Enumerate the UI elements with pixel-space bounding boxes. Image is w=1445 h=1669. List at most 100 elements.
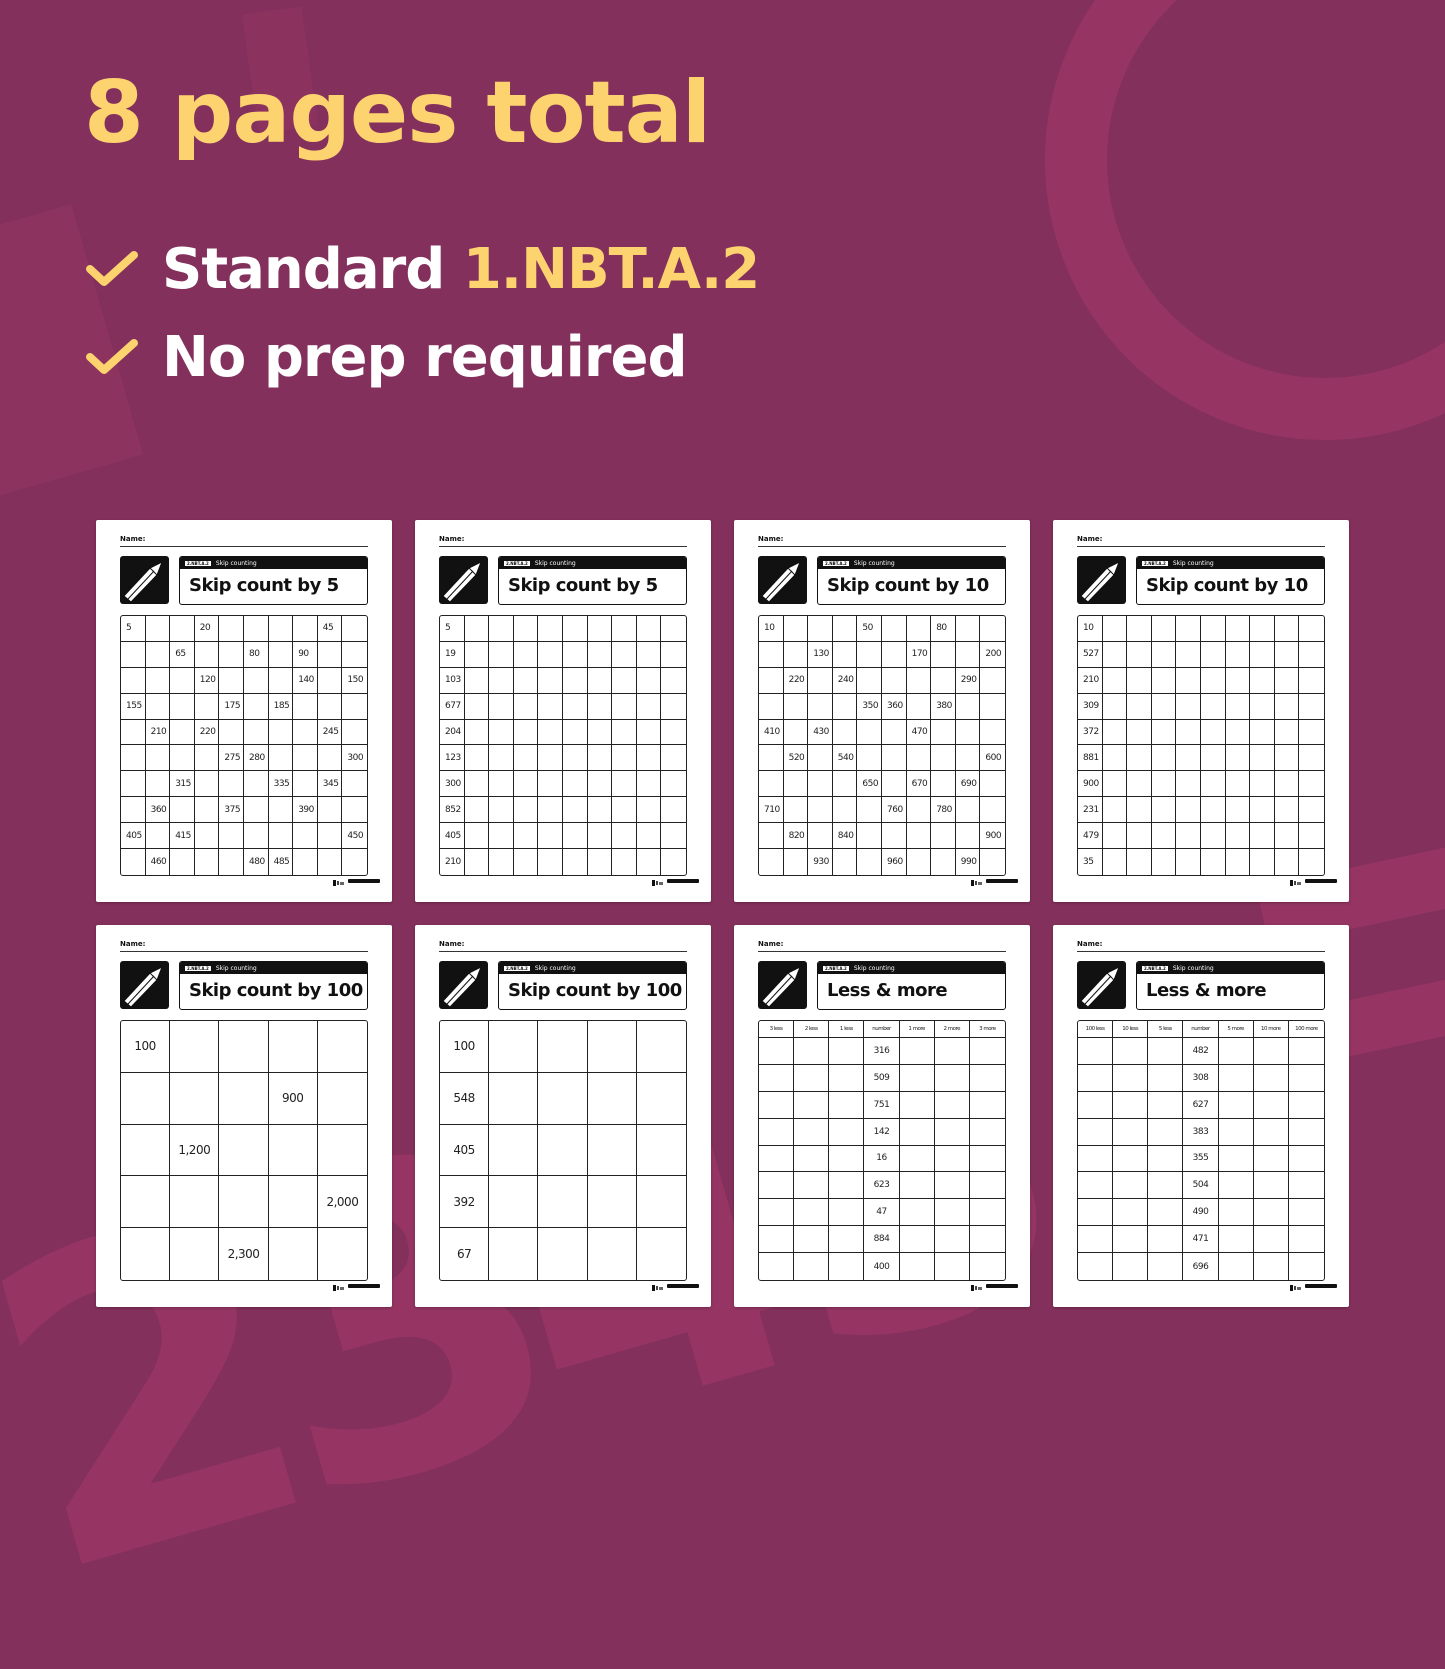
grid-cell[interactable]: 210	[1078, 667, 1103, 694]
grid-cell[interactable]	[906, 616, 932, 642]
grid-cell[interactable]	[513, 616, 539, 642]
grid-cell[interactable]	[1151, 771, 1177, 798]
grid-cell[interactable]: 375	[219, 797, 244, 824]
grid-cell[interactable]	[637, 1228, 686, 1280]
grid-cell[interactable]	[489, 693, 514, 720]
grid-cell[interactable]	[1201, 693, 1226, 720]
grid-cell[interactable]	[980, 797, 1005, 824]
grid-cell[interactable]: 415	[170, 823, 195, 850]
grid-cell[interactable]	[832, 797, 858, 824]
grid-cell[interactable]	[244, 719, 269, 746]
grid-cell[interactable]	[293, 719, 318, 746]
grid-cell[interactable]	[1176, 719, 1201, 746]
grid-cell[interactable]	[955, 641, 981, 668]
grid-cell[interactable]	[1225, 823, 1251, 850]
grid-cell[interactable]	[833, 849, 858, 875]
grid-cell[interactable]	[832, 719, 858, 746]
grid-cell[interactable]	[489, 771, 514, 798]
table-cell[interactable]	[1288, 1092, 1324, 1119]
grid-cell[interactable]	[464, 771, 490, 798]
table-cell[interactable]	[1253, 1091, 1289, 1119]
grid-cell[interactable]	[661, 823, 686, 850]
grid-cell[interactable]	[293, 616, 318, 642]
grid-cell[interactable]	[513, 641, 539, 668]
grid-cell[interactable]	[145, 667, 171, 694]
table-cell[interactable]	[829, 1172, 865, 1200]
grid-cell[interactable]: 405	[440, 1124, 490, 1177]
grid-cell[interactable]	[464, 797, 490, 824]
grid-cell[interactable]	[759, 771, 784, 798]
grid-cell[interactable]	[783, 616, 809, 642]
table-cell[interactable]	[934, 1199, 970, 1227]
grid-cell[interactable]	[612, 771, 637, 798]
grid-cell[interactable]: 710	[759, 797, 784, 824]
table-cell[interactable]	[829, 1118, 865, 1146]
table-cell[interactable]	[899, 1064, 935, 1092]
grid-cell[interactable]	[513, 719, 539, 746]
grid-cell[interactable]: 548	[440, 1072, 490, 1125]
grid-cell[interactable]	[1127, 693, 1152, 720]
table-cell[interactable]: 316	[864, 1038, 900, 1065]
grid-cell[interactable]	[464, 745, 490, 772]
grid-cell[interactable]	[219, 616, 244, 642]
table-cell[interactable]	[1218, 1038, 1254, 1065]
grid-cell[interactable]	[808, 745, 833, 772]
grid-cell[interactable]	[268, 719, 294, 746]
grid-cell[interactable]	[1201, 849, 1226, 875]
grid-cell[interactable]	[1250, 719, 1275, 746]
grid-cell[interactable]	[1127, 823, 1152, 850]
grid-cell[interactable]	[955, 745, 981, 772]
grid-cell[interactable]	[268, 1124, 318, 1177]
grid-cell[interactable]: 220	[783, 667, 809, 694]
table-cell[interactable]	[899, 1172, 935, 1200]
grid-cell[interactable]	[882, 771, 907, 798]
grid-cell[interactable]	[1225, 719, 1251, 746]
grid-cell[interactable]	[121, 745, 146, 772]
grid-cell[interactable]	[1225, 693, 1251, 720]
table-cell[interactable]	[1253, 1226, 1289, 1254]
grid-cell[interactable]	[317, 693, 343, 720]
grid-cell[interactable]	[121, 719, 146, 746]
grid-cell[interactable]: 372	[1078, 719, 1103, 746]
grid-cell[interactable]	[587, 1021, 637, 1073]
grid-cell[interactable]	[759, 693, 784, 720]
grid-cell[interactable]	[1250, 745, 1275, 772]
worksheet-page[interactable]: Name: 2.NBT.A.2 Skip counting Skip count by…	[96, 520, 392, 902]
grid-cell[interactable]	[636, 1021, 686, 1073]
grid-cell[interactable]	[783, 693, 809, 720]
grid-cell[interactable]: 90	[293, 641, 318, 668]
grid-cell[interactable]	[612, 719, 637, 746]
table-cell[interactable]	[1288, 1065, 1324, 1092]
grid-cell[interactable]	[194, 641, 220, 668]
grid-cell[interactable]: 210	[145, 719, 171, 746]
grid-cell[interactable]	[342, 642, 367, 668]
grid-cell[interactable]: 520	[783, 745, 809, 772]
grid-cell[interactable]	[170, 1021, 220, 1073]
grid-cell[interactable]	[636, 667, 662, 694]
grid-cell[interactable]	[1299, 668, 1324, 694]
grid-cell[interactable]	[318, 1228, 367, 1280]
table-cell[interactable]	[899, 1199, 935, 1227]
grid-cell[interactable]: 677	[440, 693, 465, 720]
grid-cell[interactable]	[1102, 745, 1128, 772]
grid-cell[interactable]	[931, 771, 956, 798]
grid-cell[interactable]: 527	[1078, 641, 1103, 668]
grid-cell[interactable]	[931, 719, 956, 746]
grid-cell[interactable]	[980, 668, 1005, 694]
grid-cell[interactable]	[538, 641, 563, 668]
table-cell[interactable]	[1148, 1038, 1184, 1065]
grid-cell[interactable]	[563, 849, 588, 875]
grid-cell[interactable]	[1201, 641, 1226, 668]
grid-cell[interactable]: 170	[906, 641, 932, 668]
table-cell[interactable]	[794, 1145, 830, 1173]
grid-cell[interactable]	[538, 771, 563, 798]
table-cell[interactable]: 623	[864, 1172, 900, 1200]
table-cell[interactable]	[934, 1172, 970, 1200]
table-cell[interactable]	[1148, 1172, 1184, 1200]
table-cell[interactable]: 627	[1183, 1091, 1219, 1119]
grid-cell[interactable]	[1250, 641, 1275, 668]
grid-cell[interactable]: 309	[1078, 693, 1103, 720]
grid-cell[interactable]	[1201, 667, 1226, 694]
grid-cell[interactable]	[857, 797, 882, 824]
table-cell[interactable]	[1078, 1038, 1114, 1065]
